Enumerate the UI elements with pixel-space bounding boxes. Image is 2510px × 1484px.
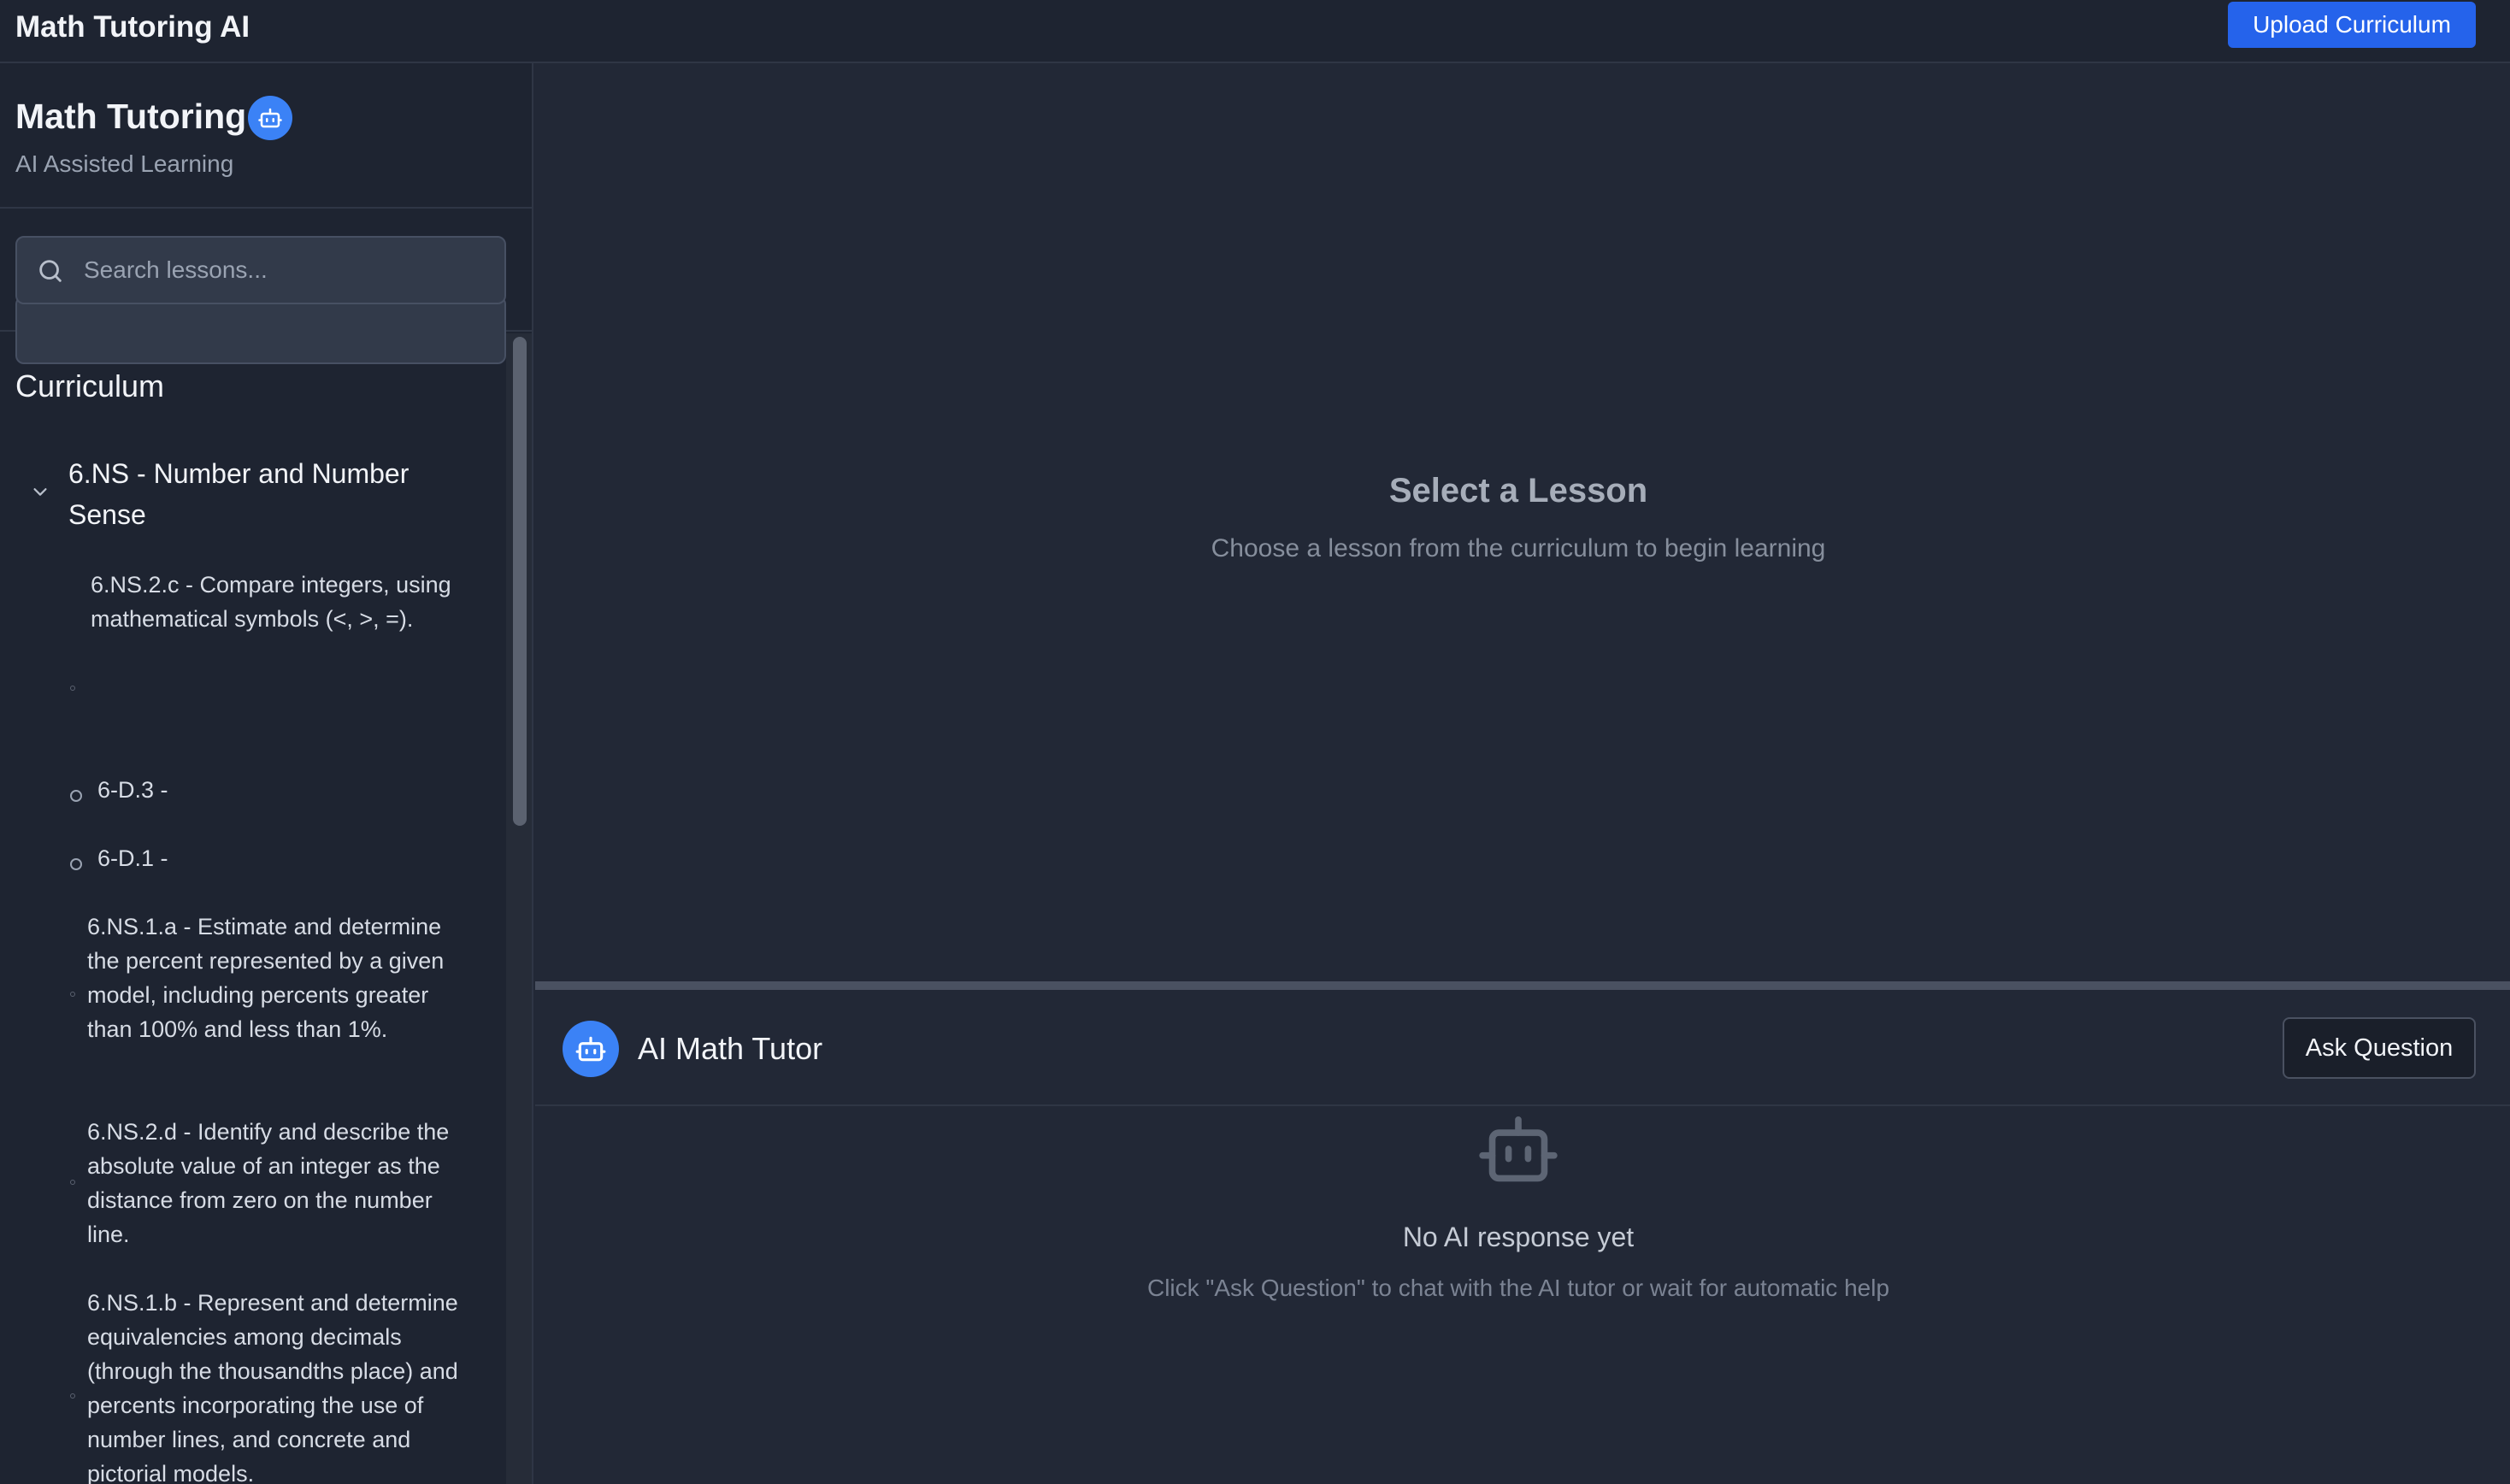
empty-response-title: No AI response yet (1402, 1222, 1635, 1252)
circle-icon (70, 686, 75, 691)
curriculum-title: Curriculum (15, 368, 165, 403)
lesson-item[interactable]: 6.NS.2.c - Compare integers, using mathe… (91, 568, 467, 636)
top-bar: Math Tutoring AI Upload Curriculum (0, 0, 2510, 63)
empty-lesson-title: Select a Lesson (1388, 472, 1648, 509)
tutor-title: AI Math Tutor (638, 1031, 823, 1066)
lesson-content-area: Select a Lesson Choose a lesson from the… (535, 63, 2510, 981)
circle-icon (70, 1393, 75, 1399)
sidebar-title: Math Tutoring (15, 97, 247, 136)
search-icon (36, 256, 65, 290)
upload-curriculum-button[interactable]: Upload Curriculum (2228, 2, 2476, 48)
lesson-item[interactable]: 6-D.3 - (97, 773, 508, 807)
chevron-down-icon (31, 482, 50, 505)
search-input[interactable] (84, 250, 486, 291)
tutor-header: AI Math Tutor Ask Question (535, 990, 2510, 1106)
section-label: 6.NS - Number and Number Sense (68, 458, 409, 530)
ai-tutor-panel: AI Math Tutor Ask Question No AI respons… (535, 990, 2510, 1484)
circle-icon (70, 1180, 75, 1185)
search-field[interactable] (15, 236, 506, 304)
lesson-item[interactable]: 6.NS.2.d - Identify and describe the abs… (87, 1115, 472, 1251)
circle-icon (70, 858, 82, 870)
ask-question-button[interactable]: Ask Question (2283, 1017, 2476, 1079)
sidebar: Math Tutoring AI Assisted Learning Curri… (0, 63, 533, 1484)
empty-response-subtitle: Click "Ask Question" to chat with the AI… (1146, 1275, 1890, 1301)
robot-icon (248, 96, 292, 140)
lesson-item[interactable]: 6.NS.1.b - Represent and determine equiv… (87, 1286, 472, 1484)
lesson-item[interactable]: 6.NS.1.a - Estimate and determine the pe… (87, 910, 472, 1046)
empty-lesson-subtitle: Choose a lesson from the curriculum to b… (1211, 534, 1826, 562)
circle-icon (70, 992, 75, 997)
scrollbar-thumb[interactable] (513, 337, 527, 826)
sidebar-header: Math Tutoring AI Assisted Learning (0, 63, 532, 209)
sidebar-subtitle: AI Assisted Learning (15, 150, 234, 177)
circle-icon (70, 790, 82, 802)
robot-icon (563, 1021, 619, 1077)
panel-resize-handle[interactable] (535, 981, 2510, 990)
lesson-item[interactable]: 6-D.1 - (97, 841, 508, 875)
app-title: Math Tutoring AI (15, 10, 250, 44)
curriculum-list: Curriculum 6.NS - Number and Number Sens… (0, 333, 532, 1484)
robot-icon (1479, 1116, 1558, 1189)
